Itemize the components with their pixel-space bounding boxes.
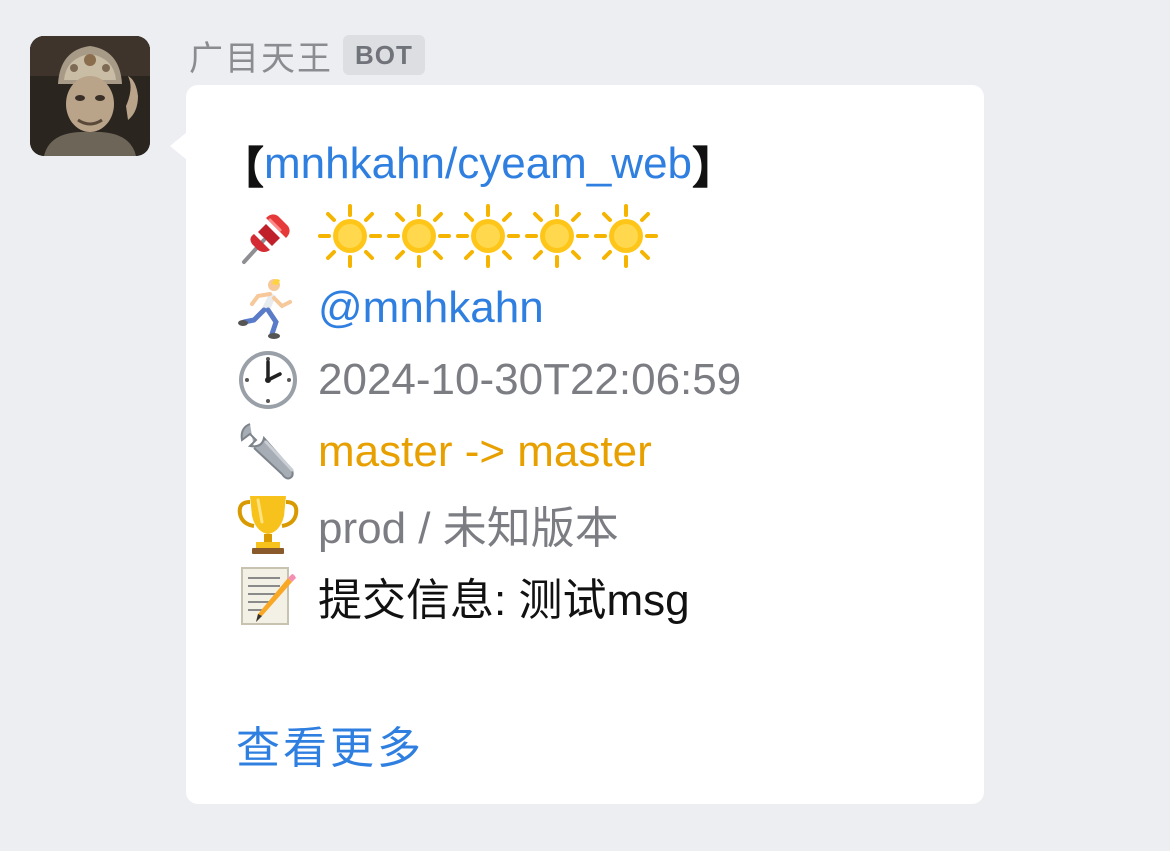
branch-info: master -> master — [318, 427, 652, 476]
rating-line — [220, 200, 960, 272]
sun-icon — [456, 204, 520, 268]
repo-bracket-open: 【 — [220, 144, 264, 193]
clock-icon — [236, 348, 300, 412]
timestamp: 2024-10-30T22:06:59 — [318, 355, 742, 404]
branch-line: master -> master — [220, 416, 960, 488]
author-line: @mnhkahn — [220, 272, 960, 344]
environment-info: prod / 未知版本 — [318, 504, 619, 553]
sun-icon — [318, 204, 382, 268]
view-more-link[interactable]: 查看更多 — [236, 712, 424, 776]
pushpin-icon — [236, 204, 300, 268]
commit-message: 提交信息: 测试msg — [318, 576, 690, 625]
avatar-image — [30, 36, 150, 156]
runner-icon — [236, 276, 300, 340]
wrench-icon — [236, 420, 300, 484]
commit-line: 提交信息: 测试msg — [220, 560, 960, 632]
sun-rating — [318, 204, 663, 268]
time-line: 2024-10-30T22:06:59 — [220, 344, 960, 416]
repo-line: 【 mnhkahn/cyeam_web 】 — [220, 128, 960, 200]
environment-line: prod / 未知版本 — [220, 488, 960, 560]
sun-icon — [525, 204, 589, 268]
repo-link[interactable]: mnhkahn/cyeam_web — [264, 139, 692, 189]
bot-badge: BOT — [343, 35, 425, 75]
bubble-tail — [170, 132, 187, 160]
trophy-icon — [236, 492, 300, 556]
sender-row: 广目天王 BOT — [189, 34, 425, 78]
memo-icon — [236, 564, 300, 628]
repo-bracket-close: 】 — [692, 144, 737, 193]
message-content: 【 mnhkahn/cyeam_web 】 @mnhkahn 2024-10-3… — [220, 128, 960, 632]
sun-icon — [594, 204, 658, 268]
author-mention[interactable]: @mnhkahn — [318, 283, 544, 333]
sender-name[interactable]: 广目天王 — [189, 31, 333, 80]
sun-icon — [387, 204, 451, 268]
avatar[interactable] — [30, 36, 150, 156]
